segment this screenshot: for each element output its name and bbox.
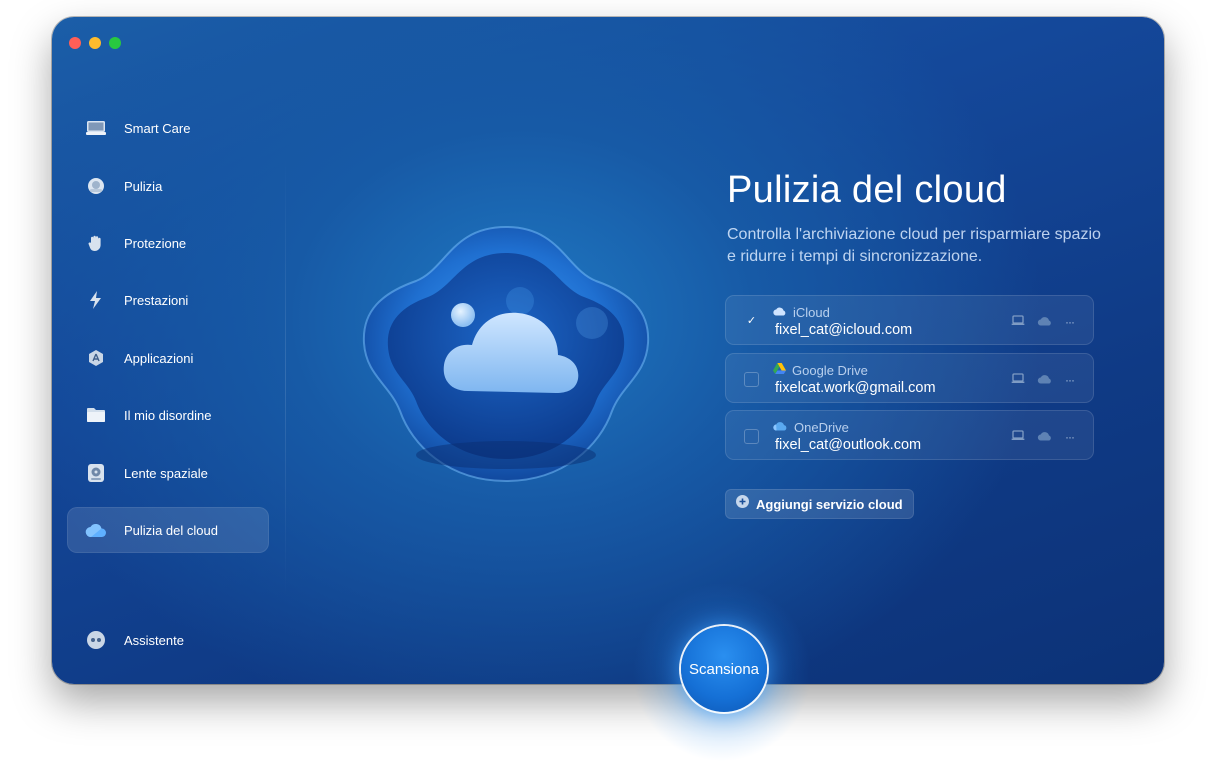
cloud-hero-illustration — [360, 223, 652, 485]
assistant-label: Assistente — [124, 632, 184, 648]
folder-icon — [85, 404, 107, 426]
cloud-service-row-onedrive[interactable]: OneDrive fixel_cat@outlook.com ··· — [725, 410, 1094, 460]
sidebar-item-lente-spaziale[interactable]: Lente spaziale — [67, 450, 269, 496]
service-header: Google Drive — [773, 361, 868, 379]
cleanup-icon — [85, 175, 107, 197]
service-account: fixel_cat@icloud.com — [775, 322, 913, 338]
assistant-button[interactable]: Assistente — [67, 617, 269, 663]
laptop-icon — [1011, 313, 1025, 331]
google-drive-icon — [773, 361, 786, 379]
cloud-sync-icon — [1037, 428, 1053, 446]
service-header: OneDrive — [773, 418, 849, 436]
service-actions: ··· — [1011, 371, 1075, 389]
add-cloud-service-button[interactable]: Aggiungi servizio cloud — [725, 489, 914, 519]
apps-icon — [85, 347, 107, 369]
scan-button-label: Scansiona — [688, 660, 760, 678]
page-subtitle: Controlla l'archiviazione cloud per risp… — [727, 226, 1101, 265]
sidebar: Smart Care Pulizia Protezione Prestazion… — [52, 17, 285, 684]
onedrive-icon — [773, 418, 788, 436]
sidebar-item-pulizia-del-cloud[interactable]: Pulizia del cloud — [67, 507, 269, 553]
service-actions: ··· — [1011, 428, 1075, 446]
plus-circle-icon — [736, 495, 749, 513]
cloud-sync-icon — [1037, 371, 1053, 389]
service-name: Google Drive — [792, 362, 868, 378]
service-account: fixel_cat@outlook.com — [775, 437, 922, 453]
service-name: OneDrive — [794, 419, 849, 435]
service-name: iCloud — [793, 304, 830, 320]
sidebar-item-label: Pulizia del cloud — [124, 522, 218, 538]
sidebar-item-pulizia[interactable]: Pulizia — [67, 163, 269, 209]
service-header: iCloud — [773, 303, 830, 321]
service-checkbox[interactable] — [744, 372, 759, 387]
sidebar-item-label: Smart Care — [124, 120, 191, 136]
sidebar-item-prestazioni[interactable]: Prestazioni — [67, 277, 269, 323]
service-checkbox[interactable] — [744, 429, 759, 444]
app-window: Smart Care Pulizia Protezione Prestazion… — [52, 17, 1164, 684]
sidebar-item-label: Applicazioni — [124, 350, 194, 366]
icloud-icon — [773, 303, 787, 321]
scan-button[interactable]: Scansiona — [681, 626, 767, 712]
sidebar-item-smart-care[interactable]: Smart Care — [67, 105, 269, 151]
more-options-icon[interactable]: ··· — [1065, 315, 1075, 329]
service-account: fixelcat.work@gmail.com — [775, 380, 936, 396]
disk-icon — [85, 462, 107, 484]
cloud-service-row-google-drive[interactable]: Google Drive fixelcat.work@gmail.com ··· — [725, 353, 1094, 403]
laptop-icon — [1011, 428, 1025, 446]
sidebar-item-applicazioni[interactable]: Applicazioni — [67, 335, 269, 381]
more-options-icon[interactable]: ··· — [1065, 430, 1075, 444]
cloud-icon — [85, 519, 107, 541]
add-cloud-service-label: Aggiungi servizio cloud — [756, 496, 903, 512]
sidebar-item-label: Pulizia — [124, 178, 163, 194]
cloud-service-row-icloud[interactable]: ✓ iCloud fixel_cat@icloud.com ··· — [725, 295, 1094, 345]
laptop-icon — [1011, 371, 1025, 389]
assistant-icon — [85, 629, 107, 651]
sidebar-item-label: Prestazioni — [124, 292, 189, 308]
cloud-sync-icon — [1037, 313, 1053, 331]
sidebar-item-il-mio-disordine[interactable]: Il mio disordine — [67, 392, 269, 438]
sidebar-item-protezione[interactable]: Protezione — [67, 220, 269, 266]
service-actions: ··· — [1011, 313, 1075, 331]
sidebar-divider — [285, 157, 286, 597]
service-checkbox[interactable]: ✓ — [744, 314, 759, 329]
monitor-icon — [85, 117, 107, 139]
hand-icon — [85, 232, 107, 254]
lightning-icon — [85, 289, 107, 311]
sidebar-item-label: Lente spaziale — [124, 465, 208, 481]
sidebar-item-label: Protezione — [124, 235, 187, 251]
sidebar-item-label: Il mio disordine — [124, 407, 212, 423]
page-title: Pulizia del cloud — [727, 169, 1007, 211]
more-options-icon[interactable]: ··· — [1065, 373, 1075, 387]
